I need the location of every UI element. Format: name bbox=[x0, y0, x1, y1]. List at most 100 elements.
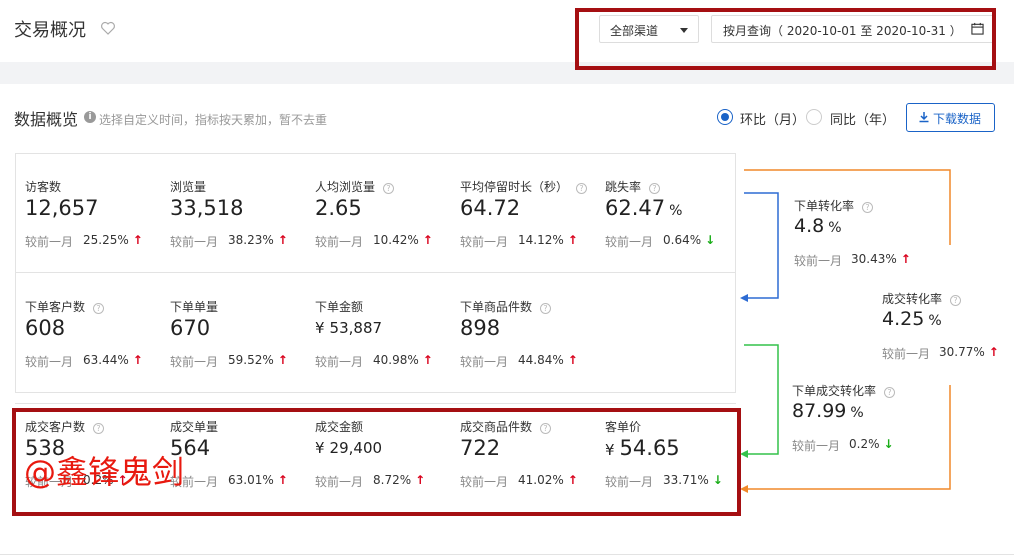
metric-change: 38.23% bbox=[228, 233, 274, 247]
help-icon[interactable]: ? bbox=[93, 303, 105, 314]
metric-order-amount: 下单金额 ¥53,887 较前一月 40.98% ↑ bbox=[315, 298, 455, 388]
bottom-divider bbox=[0, 554, 1014, 555]
metric-change: 10.42% bbox=[373, 233, 419, 247]
arrow-up-icon: ↑ bbox=[567, 233, 578, 247]
metric-value: 670 bbox=[170, 316, 211, 340]
help-icon[interactable]: ? bbox=[576, 183, 588, 194]
compare-label: 较前一月 bbox=[25, 355, 74, 369]
flow-line-blue bbox=[744, 192, 779, 299]
metric-change: 44.84% bbox=[518, 353, 564, 367]
metric-value: 2.65 bbox=[315, 196, 362, 220]
metric-change: 14.12% bbox=[518, 233, 564, 247]
metric-value: ¥53,887 bbox=[315, 319, 382, 337]
radio-mom-label[interactable]: 环比（月） bbox=[740, 109, 805, 128]
row-divider bbox=[15, 272, 736, 273]
radio-yoy[interactable] bbox=[806, 109, 822, 125]
arrow-down-icon: ↓ bbox=[705, 233, 716, 247]
info-icon: i bbox=[84, 111, 96, 123]
metric-change: 30.77% bbox=[939, 345, 985, 359]
metric-label: 下单客户数 bbox=[25, 300, 86, 314]
overview-hint: 选择自定义时间，指标按天累加，暂不去重 bbox=[99, 113, 328, 127]
metric-visitors: 访客数 12,657 较前一月 25.25% ↑ bbox=[25, 178, 165, 268]
arrow-up-icon: ↑ bbox=[277, 233, 288, 247]
metric-number: 62.47 bbox=[605, 196, 666, 220]
metric-change: 40.98% bbox=[373, 353, 419, 367]
page-title: 交易概况 bbox=[14, 20, 86, 41]
metric-value: 33,518 bbox=[170, 196, 244, 220]
metric-change: 25.25% bbox=[83, 233, 129, 247]
download-icon bbox=[919, 112, 929, 123]
metric-label: 成交转化率 bbox=[882, 292, 943, 306]
metric-bounce-rate: 跳失率? 62.47% 较前一月 0.64% ↓ bbox=[605, 178, 745, 268]
compare-label: 较前一月 bbox=[460, 235, 509, 249]
metric-label: 下单转化率 bbox=[794, 199, 855, 213]
metric-label: 浏览量 bbox=[170, 180, 207, 194]
metric-unit: % bbox=[669, 203, 683, 219]
help-icon[interactable]: ? bbox=[862, 202, 874, 213]
metric-order-deal-conversion: 下单成交转化率? 87.99% 较前一月 0.2% ↓ bbox=[792, 382, 932, 472]
metric-value: 62.47% bbox=[605, 196, 682, 220]
metric-avg-stay: 平均停留时长（秒）? 64.72 较前一月 14.12% ↑ bbox=[460, 178, 600, 268]
row-divider bbox=[15, 403, 736, 404]
arrow-up-icon: ↑ bbox=[567, 353, 578, 367]
metric-change: 0.2% bbox=[849, 437, 880, 451]
compare-label: 较前一月 bbox=[460, 355, 509, 369]
help-icon[interactable]: ? bbox=[649, 183, 661, 194]
arrow-up-icon: ↑ bbox=[988, 345, 999, 359]
metric-value: 87.99% bbox=[792, 400, 864, 422]
metric-change: 63.44% bbox=[83, 353, 129, 367]
arrow-head-blue bbox=[740, 294, 748, 302]
metric-number: 53,887 bbox=[329, 319, 383, 337]
metric-avg-views: 人均浏览量? 2.65 较前一月 10.42% ↑ bbox=[315, 178, 455, 268]
metric-number: 87.99 bbox=[792, 400, 847, 422]
arrow-up-icon: ↑ bbox=[422, 233, 433, 247]
metric-number: 4.25 bbox=[882, 308, 925, 330]
compare-label: 较前一月 bbox=[605, 235, 654, 249]
watermark: @鑫锋鬼剑 bbox=[24, 453, 185, 491]
metric-value: 4.25% bbox=[882, 308, 942, 330]
metric-label: 下单商品件数 bbox=[460, 300, 533, 314]
section-title: 数据概览 bbox=[14, 110, 79, 129]
arrow-up-icon: ↑ bbox=[900, 252, 911, 266]
flow-line-green bbox=[744, 344, 779, 455]
compare-label: 较前一月 bbox=[882, 347, 931, 361]
metric-value: 4.8% bbox=[794, 215, 842, 237]
highlight-box bbox=[575, 8, 996, 70]
metric-label: 平均停留时长（秒） bbox=[460, 180, 569, 194]
metric-value: 898 bbox=[460, 316, 501, 340]
metric-order-items: 下单商品件数? 898 较前一月 44.84% ↑ bbox=[460, 298, 600, 388]
metric-change: 30.43% bbox=[851, 252, 897, 266]
compare-label: 较前一月 bbox=[315, 235, 364, 249]
metric-value: 12,657 bbox=[25, 196, 99, 220]
metric-change: 0.64% bbox=[663, 233, 702, 247]
metric-deal-conversion: 成交转化率? 4.25% 较前一月 30.77% ↑ bbox=[882, 290, 1014, 380]
metric-unit: % bbox=[928, 313, 942, 329]
metric-label: 下单单量 bbox=[170, 300, 219, 314]
download-label: 下载数据 bbox=[933, 112, 982, 126]
arrow-head-green bbox=[740, 450, 748, 458]
help-icon[interactable]: ? bbox=[383, 183, 395, 194]
arrow-up-icon: ↑ bbox=[422, 353, 433, 367]
metric-label: 下单成交转化率 bbox=[792, 384, 877, 398]
compare-label: 较前一月 bbox=[315, 355, 364, 369]
radio-yoy-label[interactable]: 同比（年） bbox=[830, 109, 895, 128]
heart-icon[interactable] bbox=[99, 19, 117, 37]
arrow-head-orange bbox=[740, 485, 748, 493]
help-icon[interactable]: ? bbox=[884, 387, 896, 398]
compare-label: 较前一月 bbox=[170, 355, 219, 369]
metric-label: 访客数 bbox=[25, 180, 62, 194]
metric-order-count: 下单单量 670 较前一月 59.52% ↑ bbox=[170, 298, 310, 388]
help-icon[interactable]: ? bbox=[950, 295, 962, 306]
metric-unit: % bbox=[850, 405, 864, 421]
download-button[interactable]: 下载数据 bbox=[906, 103, 995, 132]
metric-order-customers: 下单客户数? 608 较前一月 63.44% ↑ bbox=[25, 298, 165, 388]
arrow-up-icon: ↑ bbox=[277, 353, 288, 367]
radio-mom[interactable] bbox=[717, 109, 733, 125]
compare-label: 较前一月 bbox=[794, 254, 843, 268]
arrow-down-icon: ↓ bbox=[883, 437, 894, 451]
metric-value: 608 bbox=[25, 316, 66, 340]
currency-symbol: ¥ bbox=[315, 319, 325, 337]
arrow-up-icon: ↑ bbox=[132, 353, 143, 367]
metric-label: 下单金额 bbox=[315, 300, 364, 314]
help-icon[interactable]: ? bbox=[540, 303, 552, 314]
